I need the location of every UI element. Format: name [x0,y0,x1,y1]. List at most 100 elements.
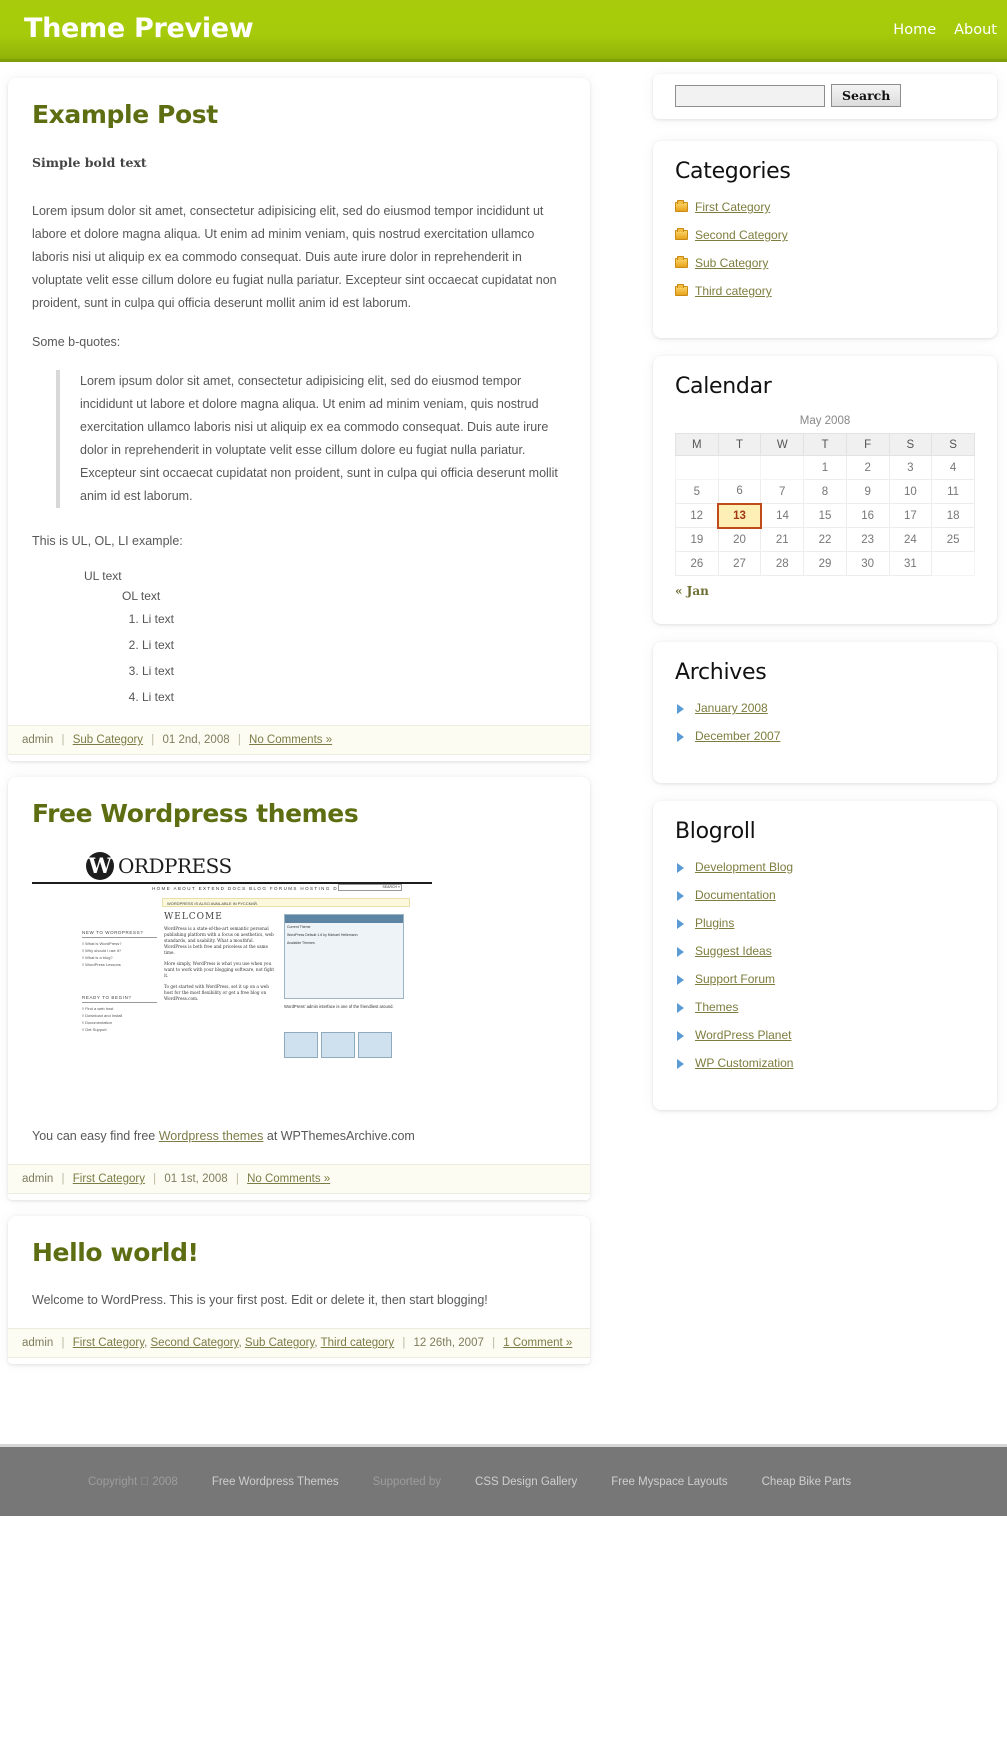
post-category-link[interactable]: Sub Category [73,734,143,746]
content-column: Example Post Simple bold text Lorem ipsu… [0,62,600,1364]
post-comments-link[interactable]: 1 Comment » [503,1337,572,1349]
footer-link-free-myspace-layouts[interactable]: Free Myspace Layouts [611,1476,727,1488]
footer-spacer [0,1374,1007,1444]
post-comments-link[interactable]: No Comments » [247,1173,330,1185]
blogroll-link[interactable]: WP Customization [695,1056,793,1070]
screenshot-paragraph: To get started with WordPress, set it up… [164,984,269,1001]
calendar-day: 20 [717,527,762,552]
ol-item: OL text [122,589,161,603]
screenshot-notice-bar: WORDPRESS IS ALSO AVAILABLE IN РУССКИЙ. [162,898,410,907]
category-link[interactable]: Sub Category [695,256,768,270]
list-item: Plugins [675,916,975,930]
blockquote-lead: Some b-quotes: [32,335,121,349]
post-category-link[interactable]: Second Category [151,1337,239,1349]
triangle-bullet-icon [677,947,684,957]
screenshot-panel-bar [285,915,403,923]
triangle-bullet-icon [677,1059,684,1069]
weekday-header: M [675,433,719,456]
screenshot-admin-panel: Current Theme WordPress Default 1.6 by M… [284,914,404,999]
screenshot-left-link: ◊ Why should I use it? [82,948,122,953]
list-item: January 2008 [675,701,975,715]
post-meta: admin | First Category | 01 1st, 2008 | … [8,1164,590,1194]
meta-comma: , [238,1337,242,1349]
calendar-day: 22 [803,527,847,552]
calendar-table: May 2008 M T W T F S S 1 2 3 4 5 6 7 8 9… [675,415,975,576]
footer-link-free-wordpress-themes[interactable]: Free Wordpress Themes [212,1476,339,1488]
triangle-bullet-icon [677,919,684,929]
calendar-day: 12 [675,503,719,528]
meta-separator: | [153,1173,157,1185]
blogroll-link[interactable]: Support Forum [695,972,775,986]
post-category-link[interactable]: Third category [321,1337,395,1349]
calendar-day: 21 [760,527,805,552]
screenshot-middle-column: WELCOME WordPress is a state-of-the-art … [164,912,274,1007]
calendar-day: 3 [888,455,933,480]
search-form: Search [675,84,983,107]
blogroll-link[interactable]: Plugins [695,916,734,930]
category-link[interactable]: Third category [695,284,772,298]
nav-item-home[interactable]: Home [893,22,936,38]
post-free-wordpress-themes: Free Wordpress themes W ORDPRESS HOME AB… [8,777,590,1200]
calendar-week-row: 5 6 7 8 9 10 11 [675,479,975,504]
post-category-link[interactable]: Sub Category [245,1337,314,1349]
calendar-prev-month-link[interactable]: « Jan [675,584,709,598]
list-item: Li text [142,635,566,655]
calendar-day: 16 [845,503,890,528]
category-link[interactable]: Second Category [695,228,788,242]
search-button[interactable]: Search [831,84,902,107]
post-hello-world: Hello world! Welcome to WordPress. This … [8,1216,590,1364]
meta-comma: , [314,1337,318,1349]
meta-separator: | [151,734,155,746]
footer-link-cheap-bike-parts[interactable]: Cheap Bike Parts [762,1476,852,1488]
archive-link[interactable]: December 2007 [695,729,780,743]
post-date: 01 2nd, 2008 [162,734,230,746]
blogroll-link[interactable]: WordPress Planet [695,1028,792,1042]
footer-link-css-design-gallery[interactable]: CSS Design Gallery [475,1476,577,1488]
meta-separator: | [235,1173,239,1185]
wordpress-themes-link[interactable]: Wordpress themes [159,1129,264,1143]
screenshot-left-heading: NEW TO WORDPRESS? [82,930,157,938]
calendar-day: 31 [888,551,933,576]
screenshot-thumbnails [284,1032,392,1058]
screenshot-search-button: SEARCH » [382,885,400,889]
widget-archives: Archives January 2008 December 2007 [653,642,997,783]
screenshot-thumb [321,1032,355,1058]
calendar-day: 11 [931,479,975,504]
screenshot-left-link: ◊ Download and Install [82,1013,123,1018]
category-link[interactable]: First Category [695,200,770,214]
weekday-header: W [760,433,805,456]
wordpress-logo-icon: W [86,852,114,880]
widget-calendar: Calendar May 2008 M T W T F S S 1 2 3 4 … [653,356,997,624]
footer-links: Copyright   2008 Free Wordpress Themes S… [0,1447,1007,1516]
post-category-link[interactable]: First Category [73,1337,144,1349]
calendar-day: 26 [675,551,719,576]
screenshot-panel-available: Available Themes [287,941,315,945]
calendar-day [675,455,719,480]
post-comments-link[interactable]: No Comments » [249,734,332,746]
post-author: admin [22,734,54,746]
archive-link[interactable]: January 2008 [695,701,768,715]
triangle-bullet-icon [677,891,684,901]
post-author: admin [22,1173,54,1185]
nav-item-about[interactable]: About [954,22,997,38]
blogroll-link[interactable]: Development Blog [695,860,793,874]
wordpress-screenshot-image: W ORDPRESS HOME ABOUT EXTEND DOCS BLOG F… [32,850,432,1105]
search-input[interactable] [675,84,825,107]
post-meta: admin | First Category, Second Category,… [8,1328,590,1358]
calendar-navigation: « Jan [675,584,975,598]
blogroll-link[interactable]: Themes [695,1000,738,1014]
calendar-day: 24 [888,527,933,552]
calendar-header-row: M T W T F S S [675,433,975,456]
blogroll-link[interactable]: Suggest Ideas [695,944,772,958]
list-item: Li text [142,609,566,629]
list-item: Themes [675,1000,975,1014]
footer-copyright: Copyright   2008 [88,1475,178,1488]
calendar-day [760,455,805,480]
post-category-link[interactable]: First Category [73,1173,145,1185]
calendar-caption: May 2008 [799,415,851,427]
list-item: Documentation [675,888,975,902]
calendar-day: 8 [803,479,847,504]
list-example: UL text OL text Li text Li text Li text … [62,569,566,707]
blogroll-link[interactable]: Documentation [695,888,776,902]
calendar-day: 19 [675,527,719,552]
